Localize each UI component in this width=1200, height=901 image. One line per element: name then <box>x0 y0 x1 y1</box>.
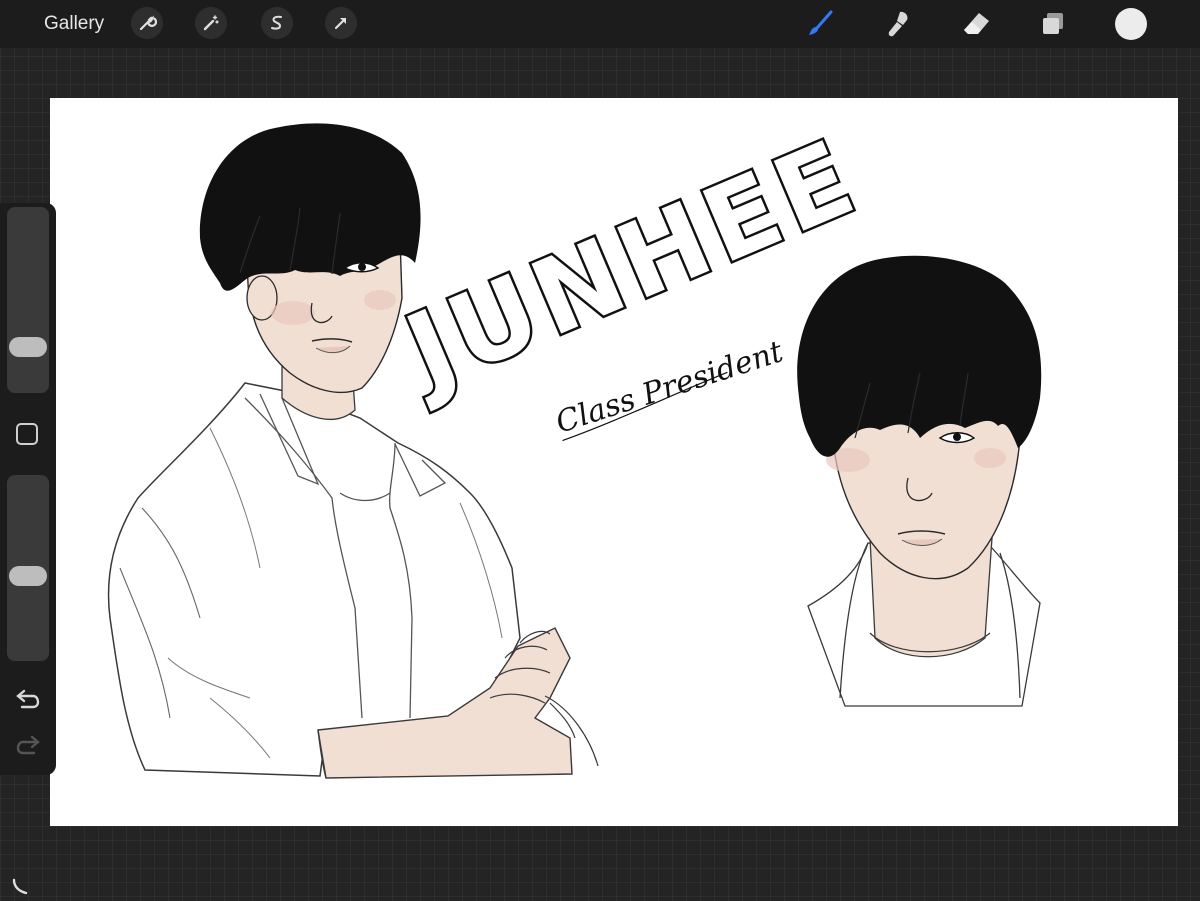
eraser-icon[interactable] <box>960 8 992 40</box>
undo-icon[interactable] <box>14 688 42 712</box>
transform-arrow-icon[interactable] <box>325 7 357 39</box>
wrench-icon[interactable] <box>131 7 163 39</box>
gallery-button[interactable]: Gallery <box>44 13 104 35</box>
drawing-canvas[interactable]: JUNHEE Class President <box>50 98 1178 826</box>
selection-icon[interactable] <box>261 7 293 39</box>
magic-wand-icon[interactable] <box>195 7 227 39</box>
brush-icon[interactable] <box>804 8 836 40</box>
square-modify-icon[interactable] <box>16 423 38 445</box>
layers-icon[interactable] <box>1037 8 1069 40</box>
artwork-illustration: JUNHEE Class President <box>107 112 1042 779</box>
top-toolbar: Gallery <box>0 0 1200 48</box>
artwork-subtitle-lettering: Class President <box>552 334 789 442</box>
quickshape-icon[interactable] <box>10 876 32 896</box>
brush-size-thumb[interactable] <box>9 337 47 358</box>
color-picker-button[interactable] <box>1115 8 1147 40</box>
brush-size-slider[interactable] <box>7 207 49 393</box>
opacity-slider[interactable] <box>7 475 49 661</box>
smudge-icon[interactable] <box>882 8 914 40</box>
redo-icon[interactable] <box>14 734 42 758</box>
left-sidebar <box>0 203 56 775</box>
svg-text:Class President: Class President <box>552 334 789 441</box>
opacity-thumb[interactable] <box>9 565 47 586</box>
